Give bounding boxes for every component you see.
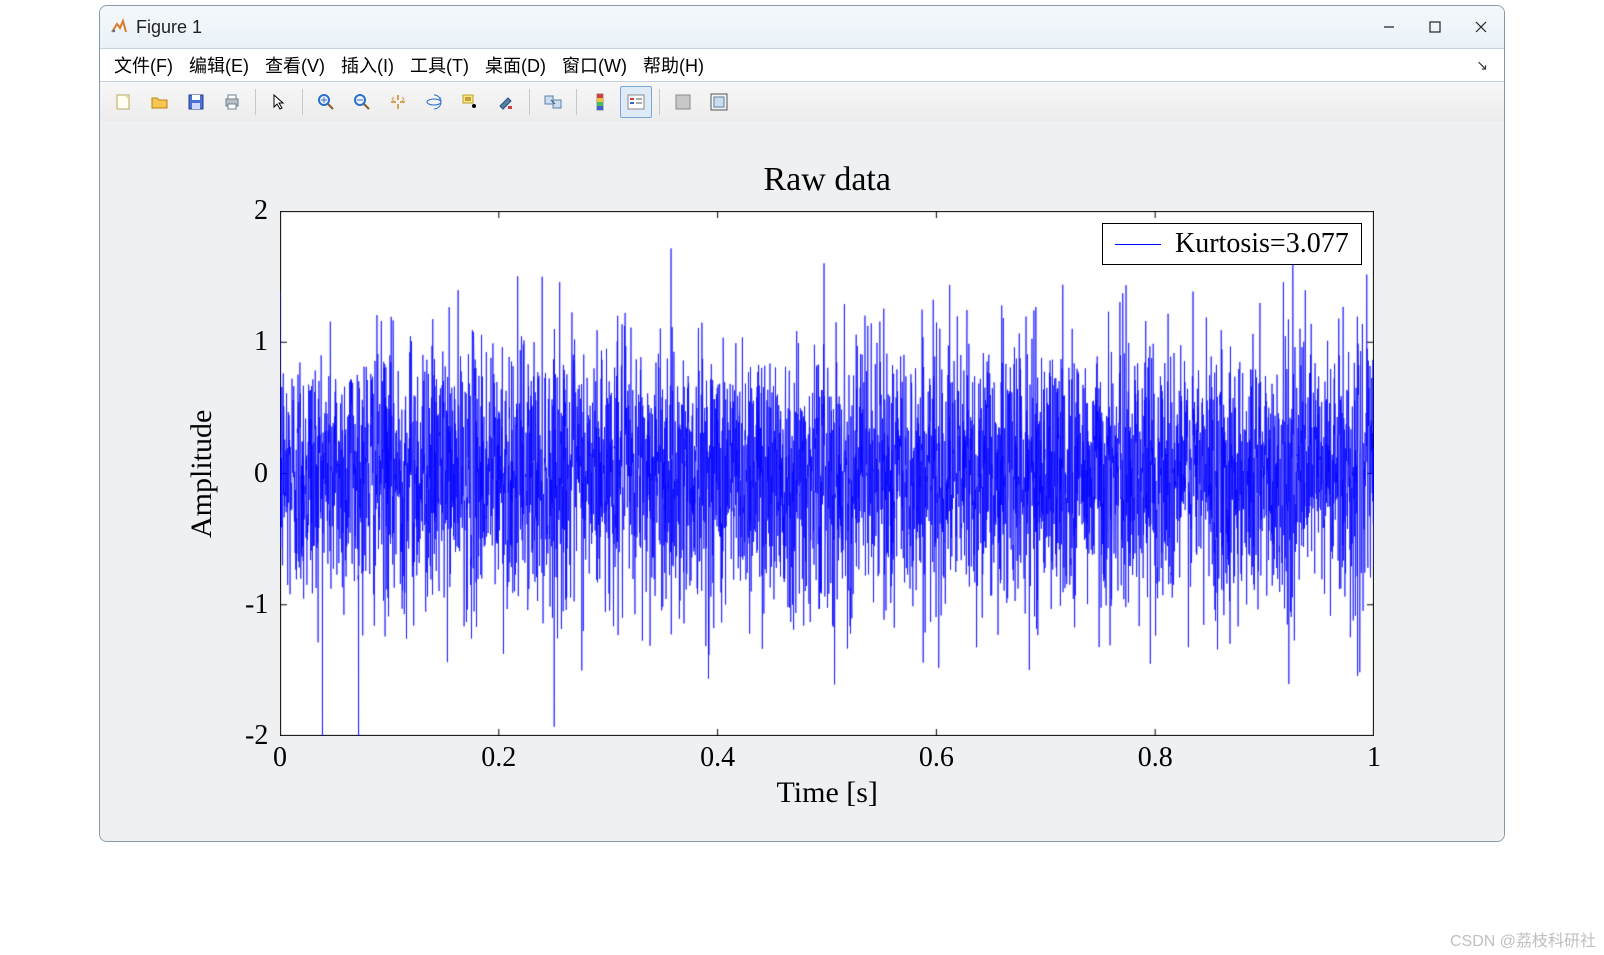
y-tick-label: 1	[254, 326, 268, 358]
menu-tools[interactable]: 工具(T)	[402, 50, 477, 80]
close-button[interactable]	[1458, 6, 1504, 48]
minimize-button[interactable]	[1366, 6, 1412, 48]
toolbar	[100, 82, 1504, 123]
pointer-icon[interactable]	[263, 86, 295, 118]
colorbar-icon[interactable]	[584, 86, 616, 118]
x-tick-label: 0.6	[919, 742, 954, 774]
legend[interactable]: Kurtosis=3.077	[1102, 223, 1362, 265]
link-plot-icon[interactable]	[537, 86, 569, 118]
hide-tools-icon[interactable]	[667, 86, 699, 118]
y-tick-label: -1	[245, 589, 268, 621]
undock-icon[interactable]: ↘	[1476, 57, 1498, 74]
toolbar-separator	[302, 89, 303, 115]
x-tick-label: 0.8	[1138, 742, 1173, 774]
maximize-button[interactable]	[1412, 6, 1458, 48]
dock-icon[interactable]	[703, 86, 735, 118]
data-cursor-icon[interactable]	[454, 86, 486, 118]
menu-view[interactable]: 查看(V)	[257, 50, 333, 80]
open-icon[interactable]	[144, 86, 176, 118]
zoom-out-icon[interactable]	[346, 86, 378, 118]
new-figure-icon[interactable]	[108, 86, 140, 118]
brush-icon[interactable]	[490, 86, 522, 118]
rotate3d-icon[interactable]	[418, 86, 450, 118]
menu-desktop[interactable]: 桌面(D)	[477, 50, 554, 80]
figure-window: Figure 1 文件(F) 编辑(E) 查看(V) 插入(I) 工具(T) 桌…	[99, 5, 1505, 842]
zoom-in-icon[interactable]	[310, 86, 342, 118]
x-tick-label: 1	[1367, 742, 1381, 774]
legend-line-sample	[1115, 244, 1161, 245]
window-title: Figure 1	[136, 17, 202, 38]
y-tick-label: 2	[254, 195, 268, 227]
menu-window[interactable]: 窗口(W)	[554, 50, 635, 80]
legend-icon[interactable]	[620, 86, 652, 118]
save-icon[interactable]	[180, 86, 212, 118]
x-tick-label: 0	[273, 742, 287, 774]
menubar: 文件(F) 编辑(E) 查看(V) 插入(I) 工具(T) 桌面(D) 窗口(W…	[100, 49, 1504, 82]
toolbar-separator	[255, 89, 256, 115]
watermark: CSDN @荔枝科研社	[1450, 927, 1596, 951]
titlebar: Figure 1	[100, 6, 1504, 49]
y-axis-label: Amplitude	[185, 409, 219, 537]
x-tick-label: 0.4	[700, 742, 735, 774]
toolbar-separator	[576, 89, 577, 115]
menu-edit[interactable]: 编辑(E)	[181, 50, 257, 80]
window-controls	[1366, 6, 1504, 48]
x-tick-label: 0.2	[481, 742, 516, 774]
toolbar-separator	[659, 89, 660, 115]
axes-canvas[interactable]	[280, 211, 1374, 736]
y-tick-label: 0	[254, 458, 268, 490]
y-tick-label: -2	[245, 720, 268, 752]
print-icon[interactable]	[216, 86, 248, 118]
menu-insert[interactable]: 插入(I)	[333, 50, 402, 80]
legend-entry-0: Kurtosis=3.077	[1175, 228, 1349, 260]
menu-file[interactable]: 文件(F)	[106, 50, 181, 80]
pan-icon[interactable]	[382, 86, 414, 118]
chart-title: Raw data	[764, 161, 891, 199]
matlab-app-icon	[110, 18, 128, 36]
figure-area: Raw data Time [s] Amplitude Kurtosis=3.0…	[100, 121, 1504, 841]
x-axis-label: Time [s]	[777, 776, 878, 810]
menu-help[interactable]: 帮助(H)	[635, 50, 712, 80]
toolbar-separator	[529, 89, 530, 115]
